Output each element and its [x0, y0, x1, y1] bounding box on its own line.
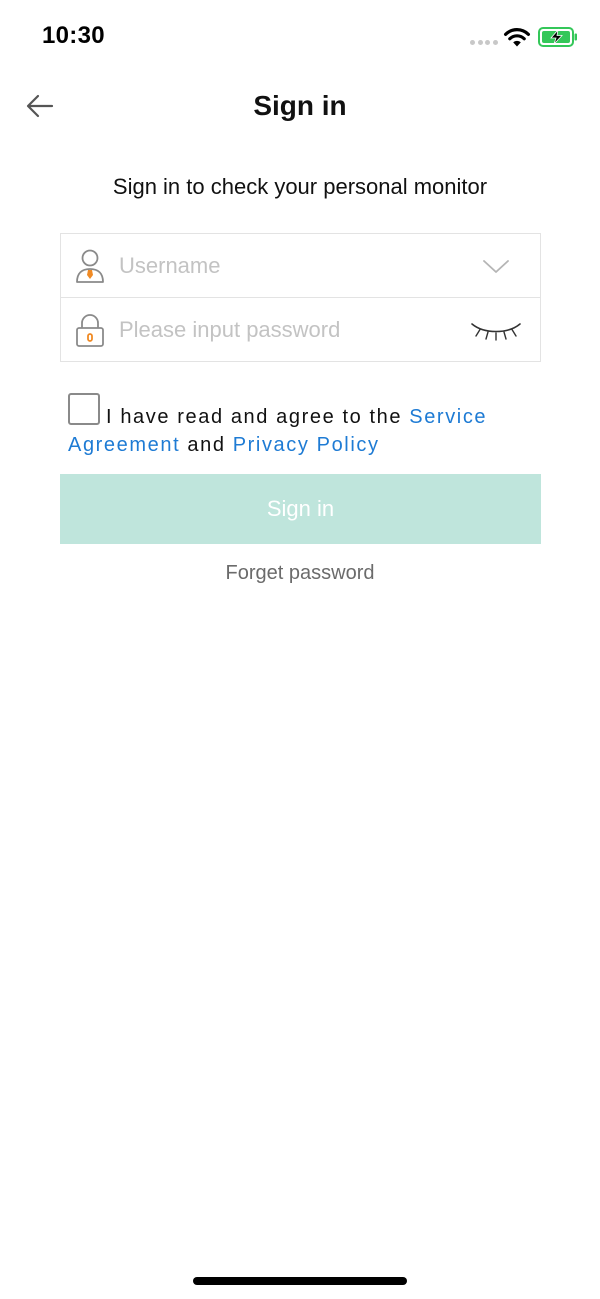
- privacy-policy-link[interactable]: Privacy Policy: [233, 434, 380, 456]
- status-bar: 10:30: [0, 0, 600, 70]
- eye-closed-icon[interactable]: [469, 318, 523, 342]
- forget-password-link[interactable]: Forget password: [0, 562, 600, 585]
- agreement-checkbox[interactable]: [68, 393, 100, 425]
- password-input[interactable]: [119, 310, 479, 350]
- chevron-down-icon[interactable]: [481, 256, 511, 276]
- page-subtitle: Sign in to check your personal monitor: [112, 174, 488, 199]
- home-indicator: [193, 1277, 407, 1285]
- login-form: [60, 233, 541, 362]
- page-title: Sign in: [253, 90, 347, 121]
- navigation-bar: Sign in: [0, 72, 600, 140]
- sign-in-button[interactable]: Sign in: [60, 474, 541, 544]
- user-icon: [76, 249, 104, 283]
- status-time: 10:30: [42, 22, 105, 49]
- wifi-icon: [504, 28, 530, 47]
- username-row: [61, 234, 540, 298]
- battery-charging-icon: [538, 27, 577, 47]
- password-row: [61, 298, 540, 362]
- username-input[interactable]: [119, 246, 479, 286]
- agreement-text: I have read and agree to the Service Agr…: [68, 393, 538, 459]
- lock-icon: [76, 314, 104, 347]
- agreement-middle: and: [180, 434, 233, 456]
- agreement-prefix: I have read and agree to the: [106, 406, 410, 428]
- cellular-signal-icon: [470, 40, 498, 46]
